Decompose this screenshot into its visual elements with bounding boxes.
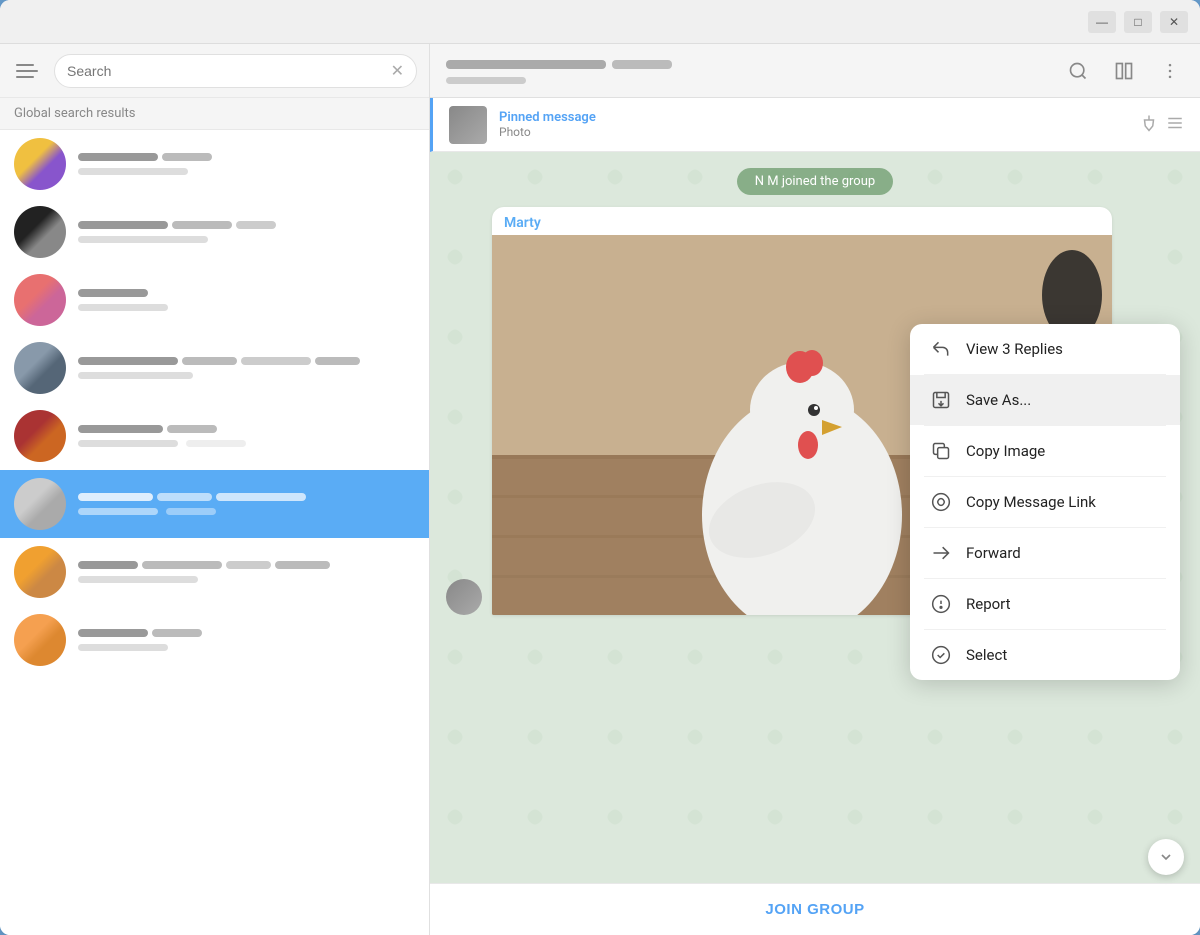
pinned-bar[interactable]: Pinned message Photo [430,98,1200,152]
list-item[interactable] [0,130,429,198]
result-subtitle [78,232,415,243]
result-subtitle [78,436,415,447]
message-sender: Marty [492,207,1112,235]
scroll-to-bottom-button[interactable] [1148,839,1184,875]
minimize-button[interactable]: — [1088,11,1116,33]
save-as-item[interactable]: Save As... [910,375,1180,425]
result-title [78,289,415,297]
result-subtitle [78,164,415,175]
copy-link-icon [930,491,952,513]
result-title [78,221,415,229]
list-item[interactable] [0,402,429,470]
message-avatar [446,579,482,615]
chat-subtitle [446,73,1052,87]
forward-label: Forward [966,544,1021,562]
result-text [78,357,415,379]
pinned-thumbnail [449,106,487,144]
result-subtitle [78,640,415,651]
result-title [78,629,415,637]
pinned-desc: Photo [499,125,1128,139]
forward-item[interactable]: Forward [910,528,1180,578]
search-icon[interactable] [1064,57,1092,85]
search-results-label: Global search results [0,98,429,130]
view-replies-item[interactable]: View 3 Replies [910,324,1180,374]
titlebar: — □ ✕ [0,0,1200,44]
result-title [78,357,415,365]
select-icon [930,644,952,666]
chat-title-block [446,55,1052,87]
result-text [78,493,415,515]
search-input[interactable] [67,63,383,79]
view-replies-icon [930,338,952,360]
copy-link-label: Copy Message Link [966,493,1096,511]
avatar [14,206,66,258]
view-replies-label: View 3 Replies [966,340,1063,358]
result-subtitle [78,368,415,379]
report-item[interactable]: Report [910,579,1180,629]
search-input-wrap: ✕ [54,54,417,88]
select-item[interactable]: Select [910,630,1180,680]
avatar [14,138,66,190]
search-bar: ✕ [0,44,429,98]
search-results-list [0,130,429,935]
pin-icon [1140,114,1158,136]
avatar [14,614,66,666]
close-button[interactable]: ✕ [1160,11,1188,33]
report-label: Report [966,595,1011,613]
result-text [78,153,415,175]
result-text [78,561,415,583]
report-icon [930,593,952,615]
result-title [78,493,415,501]
result-title [78,425,415,433]
pinned-info: Pinned message Photo [499,110,1128,139]
avatar [14,478,66,530]
main-area: ✕ Global search results [0,44,1200,935]
clear-icon[interactable]: ✕ [391,61,404,80]
select-label: Select [966,646,1007,664]
result-title [78,561,415,569]
result-subtitle [78,300,415,311]
columns-icon[interactable] [1110,57,1138,85]
list-item[interactable] [0,266,429,334]
pinned-label: Pinned message [499,110,1128,125]
save-as-icon [930,389,952,411]
left-panel: ✕ Global search results [0,44,430,935]
right-panel: Pinned message Photo N M joined the grou… [430,44,1200,935]
maximize-button[interactable]: □ [1124,11,1152,33]
list-item[interactable] [0,334,429,402]
join-group-button[interactable]: JOIN GROUP [765,901,864,918]
avatar [14,410,66,462]
copy-image-label: Copy Image [966,442,1045,460]
list-item[interactable] [0,470,429,538]
list-icon [1166,114,1184,136]
copy-image-icon [930,440,952,462]
join-notice: N M joined the group [737,168,893,195]
pinned-actions [1140,114,1184,136]
save-as-label: Save As... [966,391,1031,409]
forward-icon [930,542,952,564]
result-text [78,425,415,447]
list-item[interactable] [0,606,429,674]
result-subtitle [78,572,415,583]
chat-header [430,44,1200,98]
list-item[interactable] [0,538,429,606]
join-bar: JOIN GROUP [430,883,1200,935]
hamburger-icon[interactable] [12,55,44,87]
result-text [78,221,415,243]
result-title [78,153,415,161]
avatar [14,546,66,598]
avatar [14,274,66,326]
chat-header-icons [1064,57,1184,85]
result-text [78,629,415,651]
context-menu: View 3 Replies Save As... [910,324,1180,680]
avatar [14,342,66,394]
copy-image-item[interactable]: Copy Image [910,426,1180,476]
main-window: — □ ✕ ✕ Global search results [0,0,1200,935]
more-icon[interactable] [1156,57,1184,85]
chat-title [446,55,1052,73]
list-item[interactable] [0,198,429,266]
result-text [78,289,415,311]
result-subtitle [78,504,415,515]
copy-link-item[interactable]: Copy Message Link [910,477,1180,527]
